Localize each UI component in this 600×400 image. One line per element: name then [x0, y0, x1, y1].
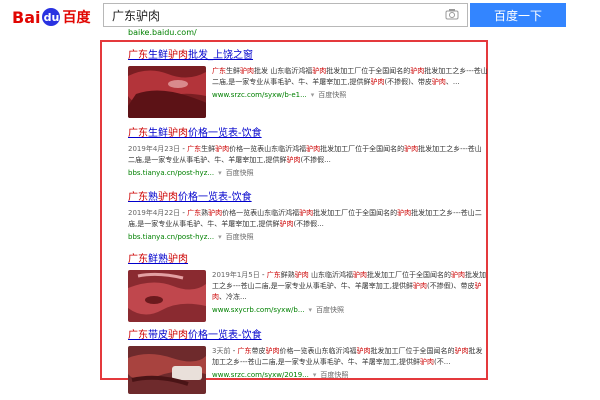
result-date: 2019年1月5日 [212, 271, 260, 279]
result-date: 3天前 [212, 347, 231, 355]
result-item: 广东生鲜驴肉批发_上饶之窗 广东生鲜驴肉批发 山东临沂鸿福驴肉批发加工厂位于全国… [128, 50, 488, 118]
result-title[interactable]: 广东生鲜驴肉价格一览表-饮食 [128, 128, 488, 140]
logo-baidu-cn: 百度 [62, 10, 91, 26]
result-item: 广东熟驴肉价格一览表-饮食 2019年4月22日 - 广东熟驴肉价格一览表山东临… [128, 192, 488, 242]
baidu-logo[interactable]: Bai du 百度 [12, 6, 90, 28]
result-title[interactable]: 广东熟驴肉价格一览表-饮食 [128, 192, 488, 204]
chevron-down-icon[interactable]: ▾ [313, 370, 317, 380]
result-date: 2019年4月22日 [128, 209, 181, 217]
search-button[interactable]: 百度一下 [470, 3, 566, 27]
meat-thumbnail[interactable] [128, 270, 206, 322]
result-item: 广东带皮驴肉价格一览表-饮食 3天前 - 广东带皮驴肉价格一览表山东临沂鸿福驴肉… [128, 330, 488, 394]
chevron-down-icon[interactable]: ▾ [309, 305, 313, 315]
result-title[interactable]: 广东带皮驴肉价格一览表-饮食 [128, 330, 488, 342]
result-title[interactable]: 广东鲜熟驴肉 [128, 254, 488, 266]
result-snippet: 广东生鲜驴肉批发 山东临沂鸿福驴肉批发加工厂位于全国闻名的驴肉批发加工之乡---… [212, 67, 488, 86]
search-input[interactable] [104, 4, 440, 26]
result-item: 广东鲜熟驴肉 2019年1月5日 - 广东鲜熟驴肉 山东临沂鸿福驴肉批发加工厂位… [128, 254, 488, 322]
result-url[interactable]: www.srzc.com/syxw/b-e1... [212, 90, 307, 100]
result-url[interactable]: bbs.tianya.cn/post-hyz... [128, 168, 214, 178]
logo-bai: Bai [12, 7, 41, 27]
cache-link[interactable]: 百度快照 [320, 370, 348, 380]
cache-link[interactable]: 百度快照 [316, 305, 344, 315]
result-date: 2019年4月23日 [128, 145, 181, 153]
result-url[interactable]: www.srzc.com/syxw/2019... [212, 370, 309, 380]
header: Bai du 百度 百度一下 baike.baidu.com/ [0, 0, 600, 37]
result-snippet: - 广东熟驴肉价格一览表山东临沂鸿福驴肉批发加工厂位于全国闻名的驴肉批发加工之乡… [128, 209, 482, 228]
chevron-down-icon[interactable]: ▾ [218, 232, 222, 242]
search-box [103, 3, 468, 27]
previous-result-url[interactable]: baike.baidu.com/ [128, 28, 197, 37]
result-url[interactable]: bbs.tianya.cn/post-hyz... [128, 232, 214, 242]
result-url[interactable]: www.sxycrb.com/syxw/b... [212, 305, 305, 315]
camera-icon[interactable] [445, 8, 459, 20]
cache-link[interactable]: 百度快照 [226, 232, 254, 242]
chevron-down-icon[interactable]: ▾ [218, 168, 222, 178]
result-title[interactable]: 广东生鲜驴肉批发_上饶之窗 [128, 50, 488, 62]
chevron-down-icon[interactable]: ▾ [311, 90, 315, 100]
meat-thumbnail[interactable] [128, 346, 206, 394]
cache-link[interactable]: 百度快照 [318, 90, 346, 100]
meat-thumbnail[interactable] [128, 66, 206, 118]
cache-link[interactable]: 百度快照 [226, 168, 254, 178]
result-item: 广东生鲜驴肉价格一览表-饮食 2019年4月23日 - 广东生鲜驴肉价格一览表山… [128, 128, 488, 178]
paw-icon: du [42, 8, 61, 26]
result-snippet: - 广东带皮驴肉价格一览表山东临沂鸿福驴肉批发加工厂位于全国闻名的驴肉批发加工之… [212, 347, 483, 366]
result-snippet: - 广东生鲜驴肉价格一览表山东临沂鸿福驴肉批发加工厂位于全国闻名的驴肉批发加工之… [128, 145, 482, 164]
